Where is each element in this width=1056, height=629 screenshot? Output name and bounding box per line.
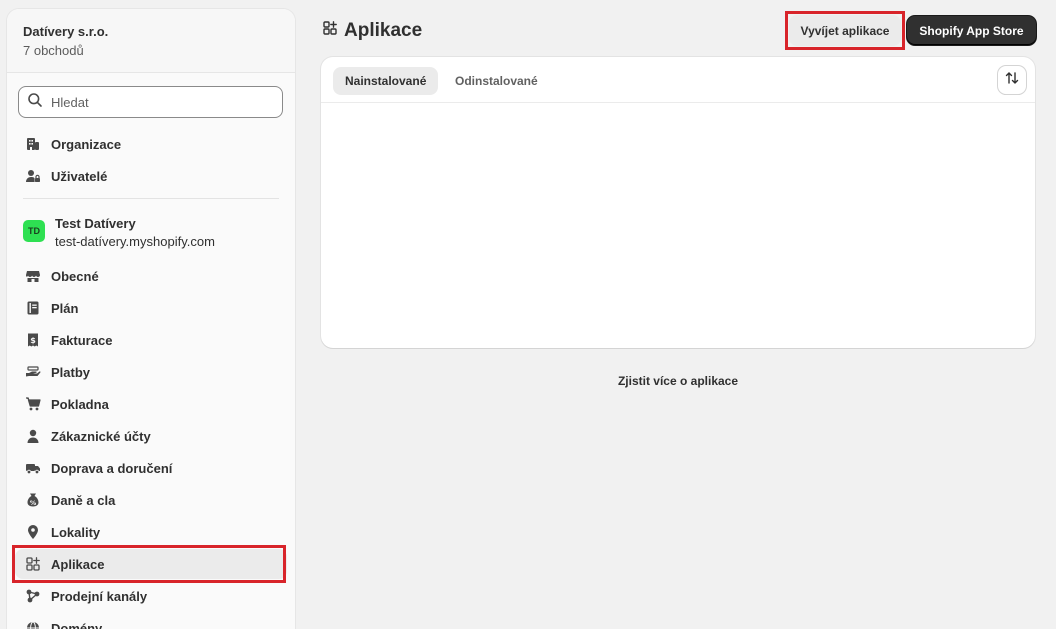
sidebar-item-label: Pokladna — [51, 396, 109, 412]
shopify-app-store-button[interactable]: Shopify App Store — [907, 16, 1036, 45]
sidebar-item-label: Doprava a doručení — [51, 460, 173, 476]
store-domain: test-datívery.myshopify.com — [55, 234, 215, 249]
sidebar-item-domeny[interactable]: Domény — [15, 613, 287, 629]
sidebar-item-obecne[interactable]: Obecné — [15, 261, 287, 291]
learn-more-link[interactable]: Zjistit více o aplikace — [321, 374, 1035, 388]
sidebar-divider — [23, 198, 279, 199]
sidebar-item-uzivatele[interactable]: Uživatelé — [15, 161, 287, 191]
page-title-text: Aplikace — [344, 20, 423, 41]
search-icon — [27, 92, 43, 113]
sidebar-item-pokladna[interactable]: Pokladna — [15, 389, 287, 419]
sidebar-item-aplikace[interactable]: Aplikace — [15, 549, 287, 579]
truck-icon — [25, 460, 41, 476]
sidebar-item-label: Zákaznické účty — [51, 428, 151, 444]
store-avatar: TD — [23, 220, 45, 242]
sidebar-item-label: Fakturace — [51, 332, 113, 348]
receipt-icon: $ — [25, 332, 41, 348]
sidebar-item-label: Domény — [51, 620, 103, 629]
sort-arrows-icon — [1004, 70, 1020, 91]
develop-apps-button[interactable]: Vyvíjet aplikace — [789, 15, 901, 46]
store-switcher[interactable]: TD Test Datívery test-datívery.myshopify… — [23, 215, 215, 251]
apps-tabs: Nainstalované Odinstalované — [321, 57, 1035, 103]
store-name: Test Datívery — [55, 216, 136, 231]
tab-uninstalled[interactable]: Odinstalované — [443, 67, 550, 95]
cart-icon — [25, 396, 41, 412]
sidebar-item-lokality[interactable]: Lokality — [15, 517, 287, 547]
plan-icon — [25, 300, 41, 316]
tax-icon: % — [25, 492, 41, 508]
apps-icon — [322, 20, 344, 42]
location-icon — [25, 524, 41, 540]
building-icon — [25, 136, 41, 152]
sidebar-item-label: Daně a cla — [51, 492, 116, 508]
sidebar-item-fakturace[interactable]: $ Fakturace — [15, 325, 287, 355]
sidebar-item-label: Platby — [51, 364, 91, 380]
sidebar-item-doprava[interactable]: Doprava a doručení — [15, 453, 287, 483]
store-icon — [25, 268, 41, 284]
sidebar-item-plan[interactable]: Plán — [15, 293, 287, 323]
page-title: Aplikace — [322, 20, 422, 42]
sidebar-item-label: Organizace — [51, 136, 122, 152]
apps-card: Nainstalované Odinstalované — [321, 57, 1035, 348]
sidebar-item-prodejni-kanaly[interactable]: Prodejní kanály — [15, 581, 287, 611]
sidebar-item-label: Prodejní kanály — [51, 588, 148, 604]
svg-text:$: $ — [30, 336, 36, 345]
sidebar-item-label: Uživatelé — [51, 168, 108, 184]
organization-name: Datívery s.r.o. — [23, 24, 109, 39]
sidebar-item-label: Plán — [51, 300, 79, 316]
sort-button[interactable] — [998, 66, 1026, 94]
person-icon — [25, 428, 41, 444]
users-lock-icon — [25, 168, 41, 184]
channels-icon — [25, 588, 41, 604]
search-field[interactable] — [18, 86, 283, 118]
sidebar-item-organizace[interactable]: Organizace — [15, 129, 287, 159]
organization-store-count: 7 obchodů — [23, 43, 84, 58]
payments-icon — [25, 364, 41, 380]
globe-icon — [25, 620, 41, 629]
svg-text:%: % — [30, 499, 37, 507]
sidebar-item-label: Aplikace — [51, 556, 105, 572]
sidebar-item-label: Lokality — [51, 524, 101, 540]
apps-icon — [25, 556, 41, 572]
sidebar-item-label: Obecné — [51, 268, 99, 284]
settings-sidebar: Datívery s.r.o. 7 obchodů Organizace Uži… — [7, 9, 295, 629]
search-input[interactable] — [51, 94, 271, 110]
sidebar-item-zakaznicke-ucty[interactable]: Zákaznické účty — [15, 421, 287, 451]
sidebar-item-dane-a-cla[interactable]: % Daně a cla — [15, 485, 287, 515]
organization-header[interactable]: Datívery s.r.o. 7 obchodů — [7, 9, 295, 73]
tab-installed[interactable]: Nainstalované — [333, 67, 439, 95]
sidebar-item-platby[interactable]: Platby — [15, 357, 287, 387]
